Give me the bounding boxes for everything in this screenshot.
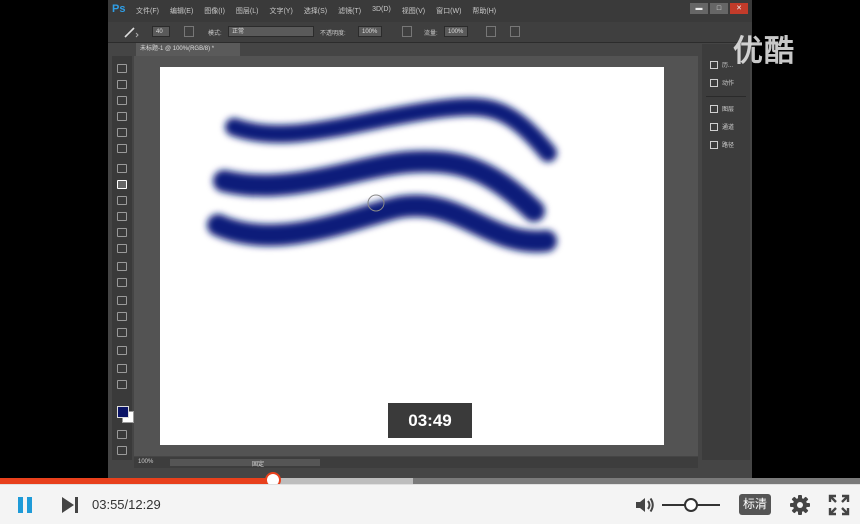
panel-divider — [706, 96, 746, 97]
pressure-size-icon — [510, 26, 520, 37]
opacity-field: 100% — [358, 26, 382, 37]
document-tab: 未标题-1 @ 100%(RGB/8) * — [136, 43, 240, 56]
status-text: 固定 — [252, 462, 265, 468]
crop-tool-icon — [117, 128, 127, 137]
pause-icon[interactable] — [16, 496, 34, 514]
status-track — [170, 459, 320, 466]
screen-mode-icon — [117, 446, 127, 455]
pressure-opacity-icon — [402, 26, 412, 37]
seek-preview-time: 03:49 — [388, 403, 472, 438]
path-select-tool-icon — [117, 328, 127, 337]
fullscreen-icon[interactable] — [828, 494, 850, 516]
panel-channels: 通道 — [710, 122, 734, 131]
ps-menu-3d: 3D(D) — [372, 6, 391, 13]
zoom-tool-icon — [117, 380, 127, 389]
history-brush-tool-icon — [117, 212, 127, 221]
brush-tool-icon — [117, 180, 127, 189]
layers-panel-icon — [710, 104, 718, 113]
ps-canvas — [160, 67, 664, 445]
brush-size-field: 40 — [152, 26, 170, 37]
history-panel-icon — [710, 60, 718, 69]
volume-icon[interactable] — [634, 495, 656, 515]
quick-mask-icon — [117, 430, 127, 439]
ps-menu-help: 帮助(H) — [472, 8, 497, 15]
video-viewport[interactable]: Ps 文件(F) 编辑(E) 图像(I) 图层(L) 文字(Y) 选择(S) 滤… — [0, 0, 860, 478]
channels-panel-icon — [710, 122, 718, 131]
ps-status-bar: 100% 固定 — [134, 457, 698, 468]
marquee-tool-icon — [117, 80, 127, 89]
document-area — [134, 56, 698, 456]
panel-layers: 图层 — [710, 104, 734, 113]
volume-slider[interactable] — [662, 498, 720, 512]
hand-tool-icon — [117, 364, 127, 373]
foreground-color-swatch — [117, 406, 129, 418]
status-zoom: 100% — [138, 459, 154, 465]
ps-menu-filter: 滤镜(T) — [338, 8, 362, 15]
ps-logo: Ps — [112, 3, 126, 15]
paths-panel-icon — [710, 140, 718, 149]
ps-menubar: Ps 文件(F) 编辑(E) 图像(I) 图层(L) 文字(Y) 选择(S) 滤… — [108, 0, 752, 22]
brush-tool-icon — [124, 27, 139, 38]
mode-select: 正常 — [228, 26, 314, 37]
brush-stroke-bottom — [207, 194, 557, 253]
ps-menu-file: 文件(F) — [136, 8, 159, 15]
actions-panel-icon — [710, 78, 718, 87]
playback-time: 03:55/12:29 — [92, 497, 161, 512]
ps-menu-view: 视图(V) — [401, 8, 426, 15]
minimize-icon: ▬ — [690, 3, 708, 14]
ps-menu-layer: 图层(L) — [235, 8, 259, 15]
blur-tool-icon — [117, 262, 127, 271]
airbrush-icon — [486, 26, 496, 37]
eraser-tool-icon — [117, 228, 127, 237]
quality-button[interactable]: 标清 — [739, 494, 771, 515]
stamp-tool-icon — [117, 196, 127, 205]
brush-strokes — [207, 97, 557, 253]
type-tool-icon — [117, 312, 127, 321]
volume-knob[interactable] — [684, 498, 698, 512]
ps-menu-image: 图像(I) — [204, 8, 225, 15]
ps-menu-type: 文字(Y) — [269, 8, 293, 15]
eyedropper-tool-icon — [117, 144, 127, 153]
ps-menu: 文件(F) 编辑(E) 图像(I) 图层(L) 文字(Y) 选择(S) 滤镜(T… — [136, 6, 507, 16]
ps-window-buttons: ▬ □ ✕ — [690, 3, 748, 14]
ps-options-bar: 40 模式: 正常 不透明度: 100% 流量: 100% — [108, 22, 752, 43]
ps-panel-dock: 历... 动作 图层 通道 路径 — [702, 44, 750, 460]
brush-panel-icon — [184, 26, 194, 37]
current-time: 03:55 — [92, 497, 125, 512]
brush-stroke-top — [225, 97, 557, 162]
lasso-tool-icon — [117, 96, 127, 105]
total-time: 12:29 — [128, 497, 161, 512]
dodge-tool-icon — [117, 278, 127, 287]
ps-menu-edit: 编辑(E) — [169, 8, 194, 15]
youku-watermark: 优酷 — [733, 35, 795, 68]
panel-history: 历... — [710, 60, 733, 69]
player-controls: 03:55/12:29 标清 — [0, 484, 860, 524]
shape-tool-icon — [117, 346, 127, 355]
gear-icon[interactable] — [789, 494, 811, 516]
flow-label: 流量: — [424, 31, 438, 37]
ps-menu-select: 选择(S) — [303, 8, 328, 15]
panel-paths: 路径 — [710, 140, 734, 149]
move-tool-icon — [117, 64, 127, 73]
ps-menu-window: 窗口(W) — [436, 8, 462, 15]
mode-label: 模式: — [208, 31, 222, 37]
ps-toolbar — [112, 56, 134, 460]
quick-select-tool-icon — [117, 112, 127, 121]
opacity-label: 不透明度: — [320, 31, 346, 37]
pen-tool-icon — [117, 296, 127, 305]
healing-tool-icon — [117, 164, 127, 173]
flow-field: 100% — [444, 26, 468, 37]
close-icon: ✕ — [730, 3, 748, 14]
restore-icon: □ — [710, 3, 728, 14]
panel-actions: 动作 — [710, 78, 734, 87]
gradient-tool-icon — [117, 244, 127, 253]
next-icon[interactable] — [60, 496, 80, 514]
